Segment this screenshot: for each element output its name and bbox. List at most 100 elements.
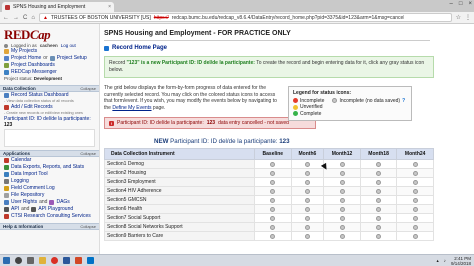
api-playground-link[interactable]: API Playground [38, 206, 73, 213]
gray-status-icon[interactable] [412, 170, 418, 176]
chrome-icon[interactable] [51, 257, 58, 264]
collapse-toggle[interactable]: Collapse [80, 224, 96, 229]
define-my-events-link[interactable]: Define My Events [112, 105, 151, 111]
gray-status-icon[interactable] [376, 188, 382, 194]
logging-link[interactable]: Logging [4, 178, 99, 185]
calendar-link[interactable]: Calendar [4, 157, 99, 164]
collapse-toggle[interactable]: Collapse [80, 151, 96, 156]
task-view-icon[interactable] [27, 257, 34, 264]
gray-status-icon[interactable] [376, 179, 382, 185]
add-edit-records-link[interactable]: Add / Edit Records [4, 104, 99, 111]
gray-status-icon[interactable] [376, 206, 382, 212]
help-header[interactable]: Help & Information Collapse [0, 223, 99, 230]
data-import-link[interactable]: Data Import Tool [4, 171, 99, 178]
record-status-dashboard-link[interactable]: Record Status Dashboard [4, 92, 99, 99]
gray-status-icon[interactable] [412, 197, 418, 203]
gray-status-icon[interactable] [339, 170, 345, 176]
reload-icon[interactable]: C [23, 15, 27, 21]
gray-status-icon[interactable] [304, 206, 310, 212]
back-icon[interactable]: ← [3, 15, 9, 21]
clock[interactable]: 2:41 PM 9/14/2018 [451, 256, 471, 266]
browser-tab[interactable]: SPNS Housing and Employment × [2, 2, 114, 12]
gray-status-icon[interactable] [376, 161, 382, 167]
record-home-page-tab[interactable]: Record Home Page [104, 45, 450, 51]
gray-status-icon[interactable] [339, 161, 345, 167]
gray-status-icon[interactable] [412, 188, 418, 194]
data-exports-link[interactable]: Data Exports, Reports, and Stats [4, 164, 99, 171]
gray-status-icon[interactable] [339, 206, 345, 212]
gray-status-icon[interactable] [376, 224, 382, 230]
gray-status-icon[interactable] [412, 215, 418, 221]
user-rights-link[interactable]: User Rights [11, 199, 37, 206]
api-link[interactable]: API [11, 206, 19, 213]
gray-status-icon[interactable] [376, 215, 382, 221]
current-record[interactable]: Participant ID: ID del/de la participant… [4, 116, 99, 128]
gray-status-icon[interactable] [376, 170, 382, 176]
gray-status-icon[interactable] [304, 179, 310, 185]
gray-status-icon[interactable] [304, 215, 310, 221]
gray-status-icon[interactable] [270, 170, 276, 176]
gray-status-icon[interactable] [412, 224, 418, 230]
browser-menu-icon[interactable]: ⋮ [465, 14, 471, 21]
data-collection-header[interactable]: Data Collection Collapse [0, 85, 99, 92]
instrument-name: Section4 HIV Adherence [104, 186, 255, 197]
close-window-icon[interactable]: × [468, 1, 472, 7]
gray-status-icon[interactable] [304, 188, 310, 194]
search-icon[interactable] [15, 257, 22, 264]
maximize-icon[interactable]: □ [459, 1, 463, 7]
gray-status-icon[interactable] [376, 197, 382, 203]
applications-header[interactable]: Applications Collapse [0, 150, 99, 157]
network-icon[interactable]: ▴ [436, 258, 438, 263]
ctsi-consulting-link[interactable]: CTSI Research Consulting Services [4, 213, 99, 220]
gray-status-icon[interactable] [304, 197, 310, 203]
gray-status-icon[interactable] [304, 161, 310, 167]
file-repository-link[interactable]: File Repository [4, 192, 99, 199]
project-home-link[interactable]: Project Home [11, 55, 41, 62]
logout-link[interactable]: Log out [61, 43, 76, 48]
windows-start-icon[interactable] [3, 257, 10, 264]
gray-status-icon[interactable] [270, 161, 276, 167]
info-icon[interactable]: ? [402, 98, 405, 105]
gray-status-icon[interactable] [270, 206, 276, 212]
gray-status-icon[interactable] [412, 179, 418, 185]
gray-status-icon[interactable] [270, 197, 276, 203]
volume-icon[interactable]: ♪ [444, 258, 446, 263]
dags-link[interactable]: DAGs [56, 199, 69, 206]
redcap-messenger-link[interactable]: REDCap Messenger [4, 69, 99, 76]
tab-close-icon[interactable]: × [108, 4, 111, 10]
forward-icon[interactable]: → [13, 15, 19, 21]
gray-status-icon[interactable] [304, 224, 310, 230]
project-dashboards-link[interactable]: Project Dashboards [4, 62, 99, 69]
gray-status-icon[interactable] [412, 206, 418, 212]
gray-status-icon[interactable] [339, 197, 345, 203]
field-comment-log-link[interactable]: Field Comment Log [4, 185, 99, 192]
bookmark-star-icon[interactable]: ☆ [456, 14, 461, 21]
url-bar[interactable]: ▲ TRUSTEES OF BOSTON UNIVERSITY [US] htt… [38, 13, 452, 22]
gray-status-icon[interactable] [304, 170, 310, 176]
gray-status-icon[interactable] [270, 188, 276, 194]
gray-status-icon[interactable] [270, 224, 276, 230]
gray-status-icon[interactable] [376, 233, 382, 239]
gray-status-icon[interactable] [339, 224, 345, 230]
file-explorer-icon[interactable] [39, 257, 46, 264]
gray-status-icon[interactable] [270, 233, 276, 239]
redcap-logo[interactable]: REDCap [4, 27, 99, 43]
gray-status-icon[interactable] [412, 161, 418, 167]
project-setup-link[interactable]: Project Setup [57, 55, 87, 62]
gray-status-icon[interactable] [339, 188, 345, 194]
gray-status-icon[interactable] [304, 233, 310, 239]
my-projects-link[interactable]: My Projects [4, 48, 99, 55]
gray-status-icon[interactable] [339, 215, 345, 221]
gray-status-icon[interactable] [270, 215, 276, 221]
minimize-icon[interactable]: – [450, 1, 453, 7]
gray-status-icon[interactable] [412, 233, 418, 239]
word-icon[interactable] [63, 257, 70, 264]
outlook-icon[interactable] [87, 257, 94, 264]
home-icon[interactable]: ⌂ [31, 15, 35, 21]
gray-status-icon[interactable] [270, 179, 276, 185]
gray-status-icon[interactable] [339, 179, 345, 185]
collapse-toggle[interactable]: Collapse [80, 86, 96, 91]
gray-status-icon[interactable] [339, 233, 345, 239]
status-cell [359, 177, 398, 188]
powerpoint-icon[interactable] [75, 257, 82, 264]
